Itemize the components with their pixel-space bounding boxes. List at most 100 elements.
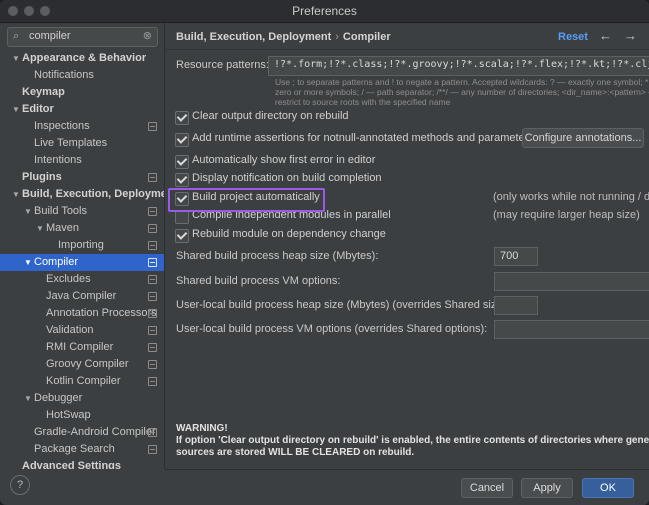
breadcrumb-compiler: Compiler xyxy=(342,31,391,43)
field-value: 700 xyxy=(500,250,519,262)
dialog-footer: Cancel Apply OK xyxy=(165,469,649,505)
reset-link[interactable]: Reset xyxy=(558,31,588,43)
expand-arrow-icon[interactable]: ▼ xyxy=(35,220,45,237)
tree-item-label: RMI Compiler xyxy=(46,341,114,353)
expand-arrow-icon[interactable]: ▼ xyxy=(23,390,33,407)
tree-item[interactable]: Java Compiler xyxy=(0,288,164,305)
preferences-window: Preferences ⌕ compiler ⊗ ▼ Appearance & B… xyxy=(0,0,649,505)
tree-item-label: Inspections xyxy=(34,120,90,132)
option-label[interactable]: Automatically show first error in editor xyxy=(192,154,375,166)
tree-item[interactable]: Advanced Settings xyxy=(0,458,164,469)
option-note: (only works while not running / debuggin… xyxy=(493,191,649,203)
tree-item-label: Gradle-Android Compiler xyxy=(34,426,156,438)
tree-item[interactable]: ▼ Editor xyxy=(0,101,164,118)
tree-item[interactable]: ▼ Maven xyxy=(0,220,164,237)
highlight-box xyxy=(168,188,325,212)
clear-search-icon[interactable]: ⊗ xyxy=(143,29,152,42)
tree-item[interactable]: Notifications xyxy=(0,67,164,84)
tree-item[interactable]: Plugins xyxy=(0,169,164,186)
tree-item[interactable]: Live Templates xyxy=(0,135,164,152)
option-label[interactable]: Clear output directory on rebuild xyxy=(192,110,349,122)
project-settings-icon xyxy=(148,377,157,386)
option-checkbox[interactable] xyxy=(175,173,189,187)
tree-item[interactable]: Gradle-Android Compiler xyxy=(0,424,164,441)
apply-button[interactable]: Apply xyxy=(521,478,573,498)
tree-item-label: Debugger xyxy=(34,392,83,404)
tree-item[interactable]: ▼ Debugger xyxy=(0,390,164,407)
tree-item[interactable]: ▼ Appearance & Behavior xyxy=(0,50,164,67)
option-label[interactable]: Rebuild module on dependency change xyxy=(192,228,386,240)
project-settings-icon xyxy=(148,309,157,318)
tree-item[interactable]: ▼ Compiler xyxy=(0,254,164,271)
tree-item-label: Validation xyxy=(46,324,94,336)
project-settings-icon xyxy=(148,275,157,284)
tree-item[interactable]: Package Search xyxy=(0,441,164,458)
option-label[interactable]: Display notification on build completion xyxy=(192,172,382,184)
tree-item[interactable]: Keymap xyxy=(0,84,164,101)
warning-title: WARNING! xyxy=(176,423,228,434)
field-label: Shared build process heap size (Mbytes): xyxy=(176,250,379,262)
tree-item-label: HotSwap xyxy=(46,409,91,421)
help-button[interactable]: ? xyxy=(10,475,30,495)
hint-line: Use ; to separate patterns and ! to nega… xyxy=(275,77,649,87)
project-settings-icon xyxy=(148,360,157,369)
cancel-button[interactable]: Cancel xyxy=(461,478,513,498)
tree-item[interactable]: Validation xyxy=(0,322,164,339)
window-title: Preferences xyxy=(292,4,357,18)
forward-arrow-icon[interactable]: → xyxy=(624,28,637,43)
project-settings-icon xyxy=(148,343,157,352)
breadcrumb: Build, Execution, Deployment › Compiler xyxy=(176,31,391,43)
field-label: User-local build process heap size (Mbyt… xyxy=(176,299,510,311)
tree-item-label: Build Tools xyxy=(34,205,87,217)
tree-item[interactable]: ▼ Build, Execution, Deploymen xyxy=(0,186,164,203)
tree-item-label: Advanced Settings xyxy=(22,460,122,469)
option-checkbox[interactable] xyxy=(175,111,189,125)
tree-item[interactable]: Kotlin Compiler xyxy=(0,373,164,390)
tree-item-label: Groovy Compiler xyxy=(46,358,129,370)
field-label: User-local build process VM options (ove… xyxy=(176,323,488,335)
project-settings-icon xyxy=(148,292,157,301)
option-checkbox[interactable] xyxy=(175,210,189,224)
field-input[interactable] xyxy=(494,296,538,315)
tree-item-label: Editor xyxy=(22,103,54,115)
expand-arrow-icon[interactable]: ▼ xyxy=(23,254,33,271)
tree-item[interactable]: Intentions xyxy=(0,152,164,169)
tree-item-label: Package Search xyxy=(34,443,115,455)
tree-item[interactable]: Annotation Processors xyxy=(0,305,164,322)
resource-patterns-input[interactable]: !?*.form;!?*.class;!?*.groovy;!?*.scala;… xyxy=(268,56,649,76)
tree-item[interactable]: RMI Compiler xyxy=(0,339,164,356)
tree-item-label: Intentions xyxy=(34,154,82,166)
expand-arrow-icon[interactable]: ▼ xyxy=(11,50,21,67)
option-checkbox[interactable] xyxy=(175,133,189,147)
warning-message: WARNING! If option 'Clear output directo… xyxy=(176,423,649,459)
header-divider xyxy=(165,49,649,50)
option-checkbox[interactable] xyxy=(175,155,189,169)
field-input[interactable] xyxy=(494,272,649,291)
field-input[interactable] xyxy=(494,320,649,339)
tree-item[interactable]: Importing xyxy=(0,237,164,254)
expand-arrow-icon[interactable]: ▼ xyxy=(11,101,21,118)
configure-annotations-button[interactable]: Configure annotations... xyxy=(522,128,644,148)
expand-arrow-icon[interactable]: ▼ xyxy=(11,186,21,203)
field-label: Shared build process VM options: xyxy=(176,275,341,287)
tree-item[interactable]: Groovy Compiler xyxy=(0,356,164,373)
search-input[interactable]: ⌕ compiler ⊗ xyxy=(7,27,158,47)
project-settings-icon xyxy=(148,241,157,250)
resource-patterns-hint: Use ; to separate patterns and ! to nega… xyxy=(275,77,649,107)
tree-item[interactable]: HotSwap xyxy=(0,407,164,424)
option-note: (may require larger heap size) xyxy=(493,209,640,221)
ok-button[interactable]: OK xyxy=(582,478,634,498)
tree-item-label: Annotation Processors xyxy=(46,307,157,319)
tree-item[interactable]: ▼ Build Tools xyxy=(0,203,164,220)
expand-arrow-icon[interactable]: ▼ xyxy=(23,203,33,220)
tree-item[interactable]: Inspections xyxy=(0,118,164,135)
project-settings-icon xyxy=(148,258,157,267)
field-input[interactable]: 700 xyxy=(494,247,538,266)
tree-item-label: Excludes xyxy=(46,273,91,285)
tree-item-label: Importing xyxy=(58,239,104,251)
tree-item[interactable]: Excludes xyxy=(0,271,164,288)
option-label[interactable]: Add runtime assertions for notnull-annot… xyxy=(192,132,534,144)
project-settings-icon xyxy=(148,173,157,182)
option-checkbox[interactable] xyxy=(175,229,189,243)
back-arrow-icon[interactable]: ← xyxy=(599,28,612,43)
